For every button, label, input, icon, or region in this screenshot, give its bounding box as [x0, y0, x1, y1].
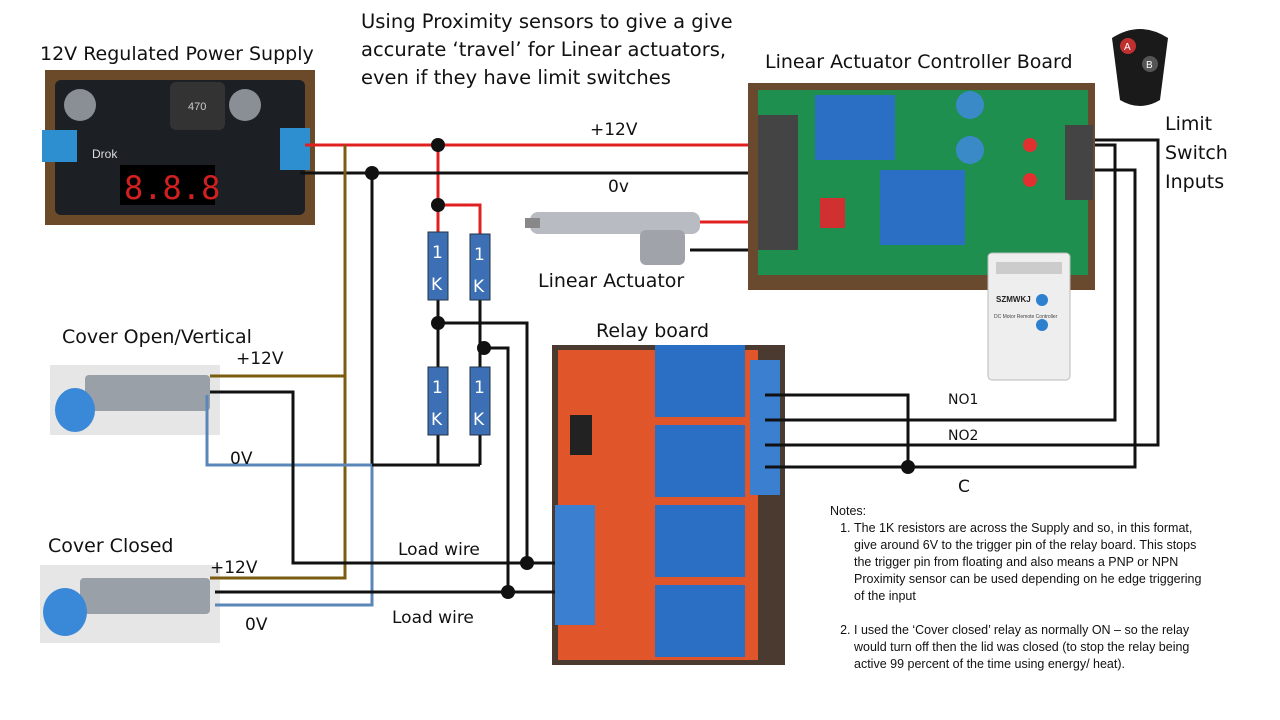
svg-text:1: 1: [432, 243, 443, 263]
wire-load-1: [210, 390, 555, 565]
svg-text:K: K: [473, 277, 485, 297]
label-closed-neg: 0V: [245, 615, 268, 635]
label-open-neg: 0V: [230, 449, 253, 469]
label-relay-board: Relay board: [596, 320, 709, 342]
note-item: The 1K resistors are across the Supply a…: [854, 520, 1210, 605]
note-item: I used the ‘Cover closed’ relay as norma…: [854, 622, 1210, 673]
remote-receiver-box: SZMWKJ DC Motor Remote Controller: [987, 252, 1071, 381]
svg-text:K: K: [473, 410, 485, 430]
display-digits: 8.8.8: [124, 169, 220, 207]
label-controller: Linear Actuator Controller Board: [765, 51, 1073, 73]
svg-text:1: 1: [474, 245, 485, 265]
resistor-1: 1 K: [427, 231, 449, 301]
label-no1: NO1: [948, 392, 978, 408]
remote-fob: A B: [1112, 29, 1168, 106]
label-limit-1: Limit: [1165, 113, 1212, 135]
svg-text:470: 470: [188, 101, 206, 113]
label-no2: NO2: [948, 428, 978, 444]
label-closed-pos: +12V: [210, 558, 258, 578]
sensor-cover-open: [50, 365, 220, 435]
label-open-pos: +12V: [236, 349, 284, 369]
label-limit-2: Switch: [1165, 142, 1228, 164]
resistor-4: 1 K: [469, 366, 491, 436]
label-limit-3: Inputs: [1165, 171, 1224, 193]
label-sensor-open: Cover Open/Vertical: [62, 326, 252, 348]
resistor-2: 1 K: [469, 233, 491, 301]
brand-logo: Drok: [92, 147, 118, 161]
svg-text:DC Motor Remote Controller: DC Motor Remote Controller: [994, 314, 1058, 320]
label-load-1: Load wire: [398, 540, 480, 560]
svg-text:SZMWKJ: SZMWKJ: [996, 295, 1031, 304]
linear-actuator: [525, 212, 700, 265]
label-c: C: [958, 477, 970, 497]
svg-text:K: K: [431, 410, 443, 430]
notes-heading: Notes:: [830, 504, 867, 518]
relay-board: [552, 345, 785, 665]
label-0v: 0v: [608, 177, 629, 197]
label-sensor-closed: Cover Closed: [48, 535, 174, 557]
svg-text:1: 1: [432, 378, 443, 398]
label-power-supply: 12V Regulated Power Supply: [40, 43, 314, 65]
label-actuator: Linear Actuator: [538, 270, 684, 292]
power-supply: 470 8.8.8 Drok: [42, 70, 315, 225]
sensor-cover-closed: [40, 565, 220, 643]
label-plus12v: +12V: [590, 120, 638, 140]
svg-text:K: K: [431, 275, 443, 295]
svg-text:B: B: [1146, 60, 1153, 71]
svg-text:A: A: [1124, 42, 1131, 53]
svg-text:1: 1: [474, 378, 485, 398]
label-load-2: Load wire: [392, 608, 474, 628]
notes: Notes: The 1K resistors are across the S…: [830, 503, 1210, 690]
resistor-3: 1 K: [427, 366, 449, 436]
